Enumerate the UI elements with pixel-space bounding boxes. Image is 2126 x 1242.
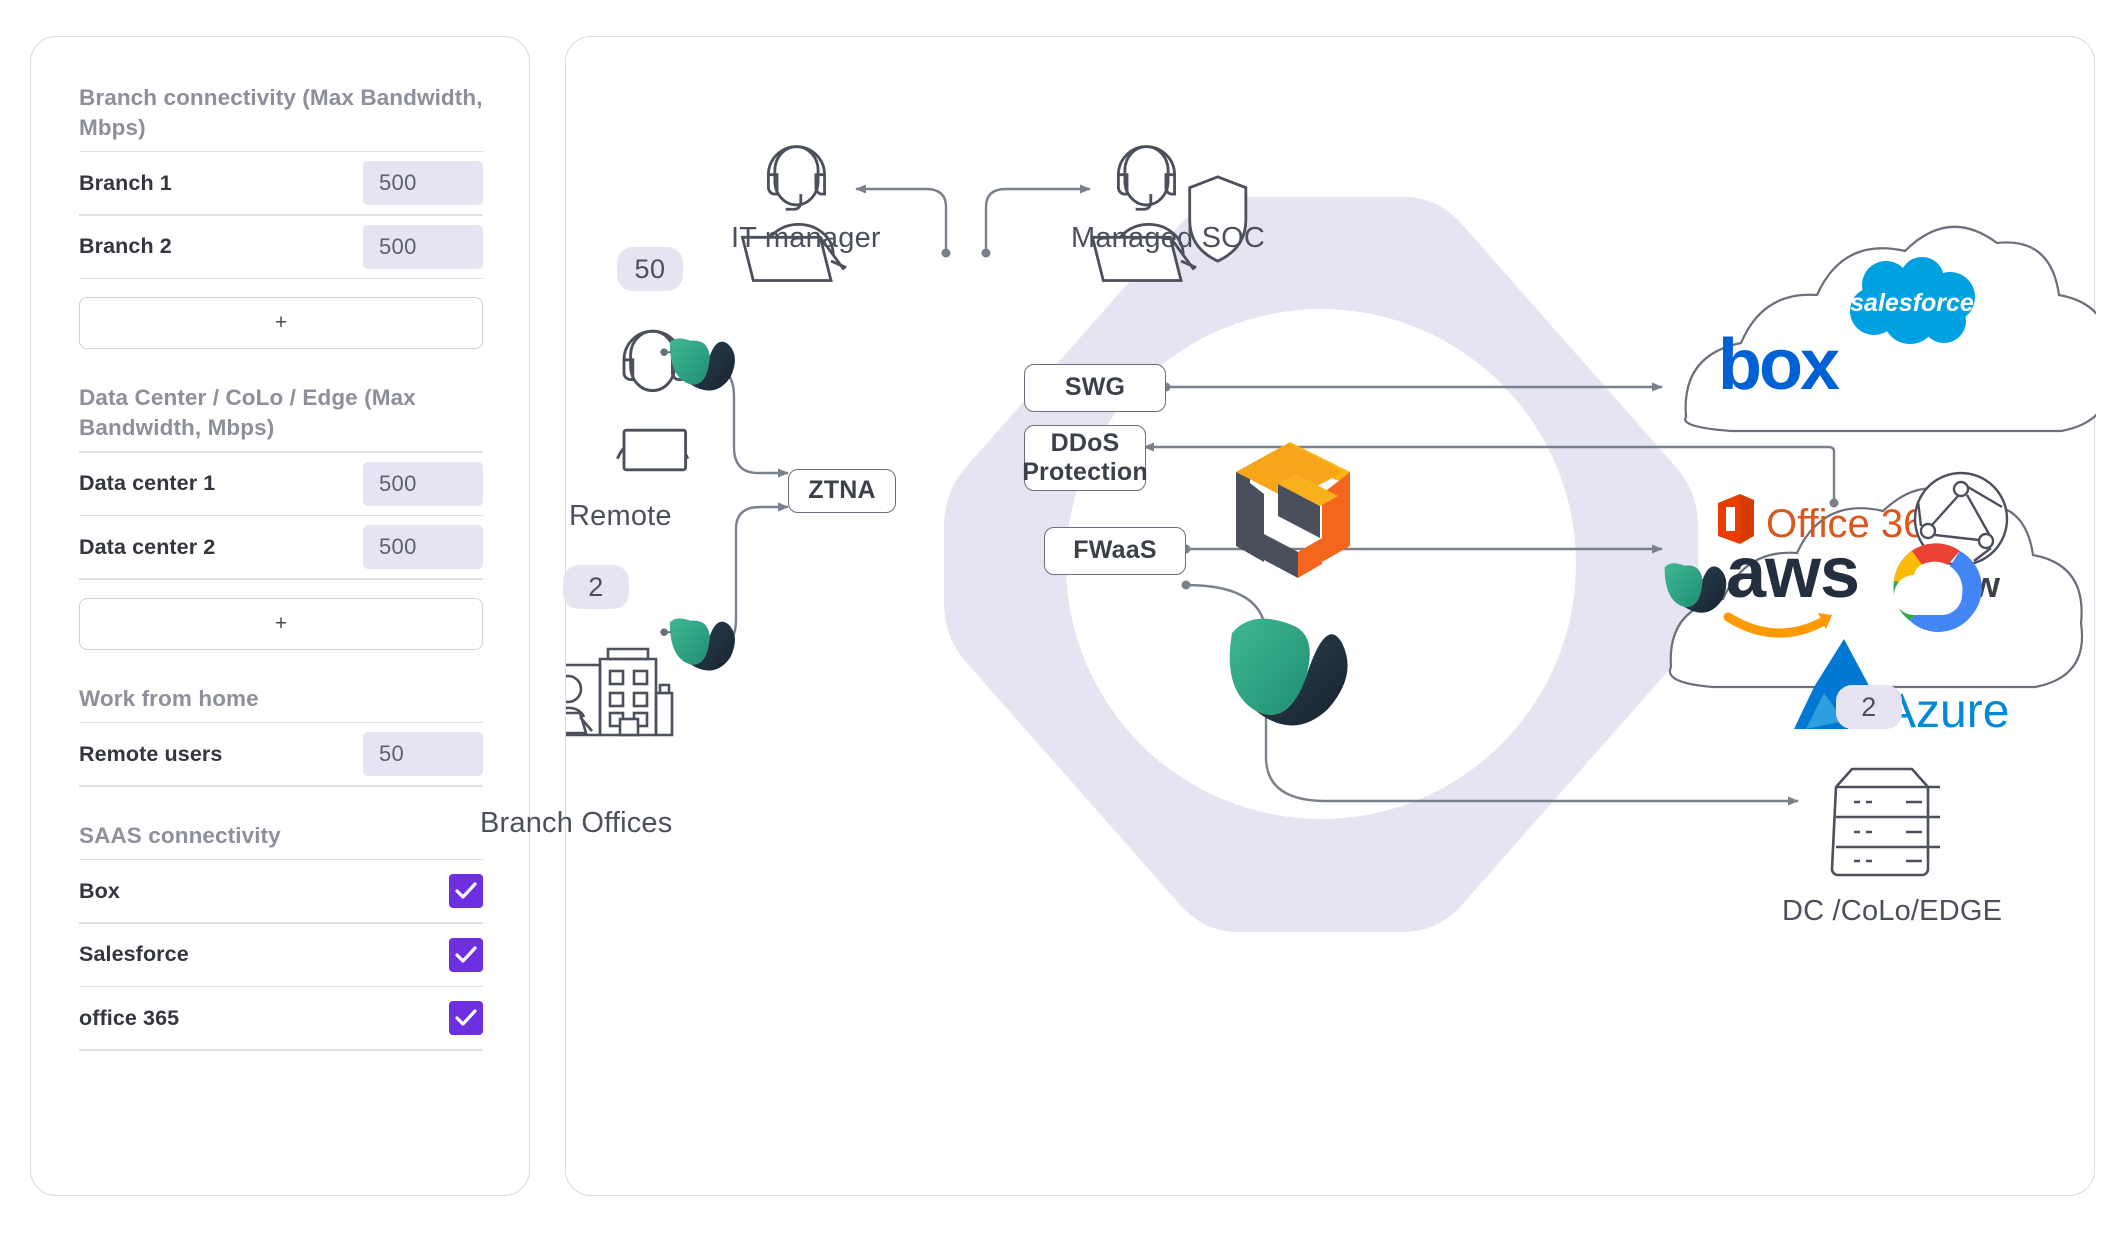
divider	[79, 1049, 483, 1051]
checkbox-salesforce[interactable]	[449, 937, 483, 972]
row-saas-office365[interactable]: office 365	[79, 987, 483, 1049]
row-saas-box[interactable]: Box	[79, 860, 483, 922]
row-branch-1[interactable]: Branch 1 500	[79, 152, 483, 214]
row-label-branch-2: Branch 2	[79, 234, 172, 259]
input-data-center-2[interactable]: 500	[363, 525, 483, 570]
box-logo: box	[1718, 325, 1843, 405]
row-label-salesforce: Salesforce	[79, 942, 189, 967]
checkbox-box[interactable]	[449, 874, 483, 909]
add-branch-button[interactable]: +	[79, 297, 483, 350]
checkbox-office365[interactable]	[449, 1001, 483, 1036]
row-label-data-center-1: Data center 1	[79, 471, 216, 496]
group-title-work-from-home: Work from home	[79, 685, 259, 711]
group-work-from-home: Work from home Remote users 50	[79, 684, 483, 787]
divider	[79, 578, 483, 580]
sidebar-content: Branch connectivity (Max Bandwidth, Mbps…	[79, 83, 483, 1051]
check-icon	[455, 1009, 477, 1026]
branch-offices-icon	[566, 647, 674, 737]
service-box-ddos-protection[interactable]: DDoS Protection	[1022, 425, 1148, 491]
service-box-ztna[interactable]: ZTNA	[788, 469, 896, 513]
group-saas-connectivity: SAAS connectivity Box Salesforce office …	[79, 821, 483, 1051]
row-data-center-2[interactable]: Data center 2 500	[79, 516, 483, 578]
row-label-branch-1: Branch 1	[79, 170, 172, 195]
input-data-center-1[interactable]: 500	[363, 461, 483, 506]
row-saas-salesforce[interactable]: Salesforce	[79, 924, 483, 986]
label-remote: Remote	[569, 500, 672, 532]
input-branch-1[interactable]: 500	[363, 161, 483, 206]
service-box-swg[interactable]: SWG	[1024, 364, 1166, 412]
svg-text:salesforce: salesforce	[1850, 289, 1974, 317]
it-manager-icon	[740, 145, 847, 282]
input-remote-users[interactable]: 50	[363, 732, 483, 777]
divider	[79, 785, 483, 787]
row-remote-users[interactable]: Remote users 50	[79, 723, 483, 785]
service-box-fwaas[interactable]: FWaaS	[1044, 527, 1186, 575]
svg-text:aws: aws	[1726, 533, 1859, 613]
badge-datacenter-count: 2	[1836, 685, 1902, 729]
svg-text:Azure: Azure	[1884, 685, 2009, 738]
row-label-office365: office 365	[79, 1005, 180, 1030]
svg-text:box: box	[1718, 325, 1840, 405]
divider	[79, 277, 483, 280]
check-icon	[455, 945, 477, 963]
label-it-manager: IT manager	[731, 222, 881, 254]
label-branch-offices: Branch Offices	[480, 807, 673, 839]
row-label-remote-users: Remote users	[79, 741, 223, 766]
badge-remote-count: 50	[617, 247, 683, 291]
endpoint-badge-branch	[660, 618, 735, 671]
check-icon	[455, 882, 477, 899]
label-managed-soc: Managed SOC	[1071, 222, 1266, 254]
group-branch-connectivity: Branch connectivity (Max Bandwidth, Mbps…	[79, 83, 483, 350]
configuration-sidebar-panel: Branch connectivity (Max Bandwidth, Mbps…	[30, 36, 530, 1196]
group-data-center: Data Center / CoLo / Edge (Max Bandwidth…	[79, 383, 483, 650]
app-root: Branch connectivity (Max Bandwidth, Mbps…	[0, 0, 2126, 1242]
group-title-data-center: Data Center / CoLo / Edge (Max Bandwidth…	[79, 385, 416, 441]
row-label-box: Box	[79, 878, 120, 903]
input-branch-2[interactable]: 500	[363, 224, 483, 269]
row-data-center-1[interactable]: Data center 1 500	[79, 453, 483, 515]
diagram-canvas: salesforce box Office 365 aws Azure	[566, 145, 2096, 932]
group-title-branch-connectivity: Branch connectivity (Max Bandwidth, Mbps…	[79, 85, 483, 140]
badge-branch-count: 2	[563, 565, 629, 609]
datacenter-server-icon	[1830, 767, 1940, 877]
label-dc-colo-edge: DC /CoLo/EDGE	[1782, 895, 2003, 927]
group-title-saas-connectivity: SAAS connectivity	[79, 822, 281, 848]
row-branch-2[interactable]: Branch 2 500	[79, 216, 483, 278]
add-data-center-button[interactable]: +	[79, 597, 483, 650]
architecture-diagram-panel: salesforce box Office 365 aws Azure IT m…	[480, 36, 2096, 1196]
row-label-data-center-2: Data center 2	[79, 534, 216, 559]
